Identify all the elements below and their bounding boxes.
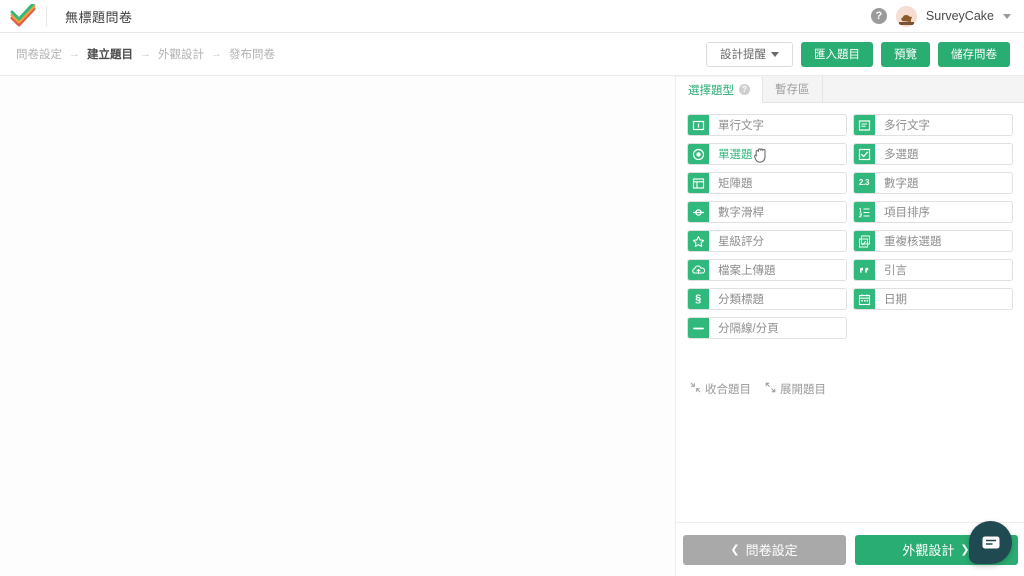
design-tips-label: 設計提醒 [720, 49, 766, 61]
matrix-icon [688, 173, 709, 193]
prev-step-button[interactable]: ❮ 問卷設定 [682, 534, 846, 565]
tab-question-types[interactable]: 選擇題型 ? [676, 77, 763, 103]
question-type-multi-line-text[interactable]: 多行文字 [853, 114, 1013, 136]
next-step-label: 外觀設計 [902, 543, 955, 558]
question-type-star-rating[interactable]: 星級評分 [687, 230, 847, 252]
multi-line-text-icon [854, 115, 875, 135]
logo-divider [46, 6, 47, 26]
help-icon[interactable]: ? [870, 8, 887, 24]
topbar-right-group: ? SurveyCake [870, 5, 1024, 27]
surveycake-editor: 無標題問卷 ? SurveyCake 問卷設定 → 建立題目 → 外觀設計 → [0, 0, 1024, 576]
question-type-label: 檔案上傳題 [718, 265, 776, 277]
import-questions-button[interactable]: 匯入題目 [801, 41, 873, 67]
breadcrumb-item-appearance-design[interactable]: 外觀設計 [158, 46, 204, 62]
expand-questions-label: 展開題目 [780, 384, 826, 396]
single-line-text-icon [688, 115, 709, 135]
breadcrumb-item-publish-survey[interactable]: 發布問卷 [229, 46, 275, 62]
question-type-section-title[interactable]: § 分類標題 [687, 288, 847, 310]
file-upload-icon [688, 260, 709, 280]
question-type-label: 日期 [884, 294, 907, 306]
question-type-label: 分類標題 [718, 294, 764, 306]
ranking-icon [854, 202, 875, 222]
question-type-label: 分隔線/分頁 [718, 323, 779, 335]
question-type-multiple-choice[interactable]: 多選題 [853, 143, 1013, 165]
breadcrumb-arrow-icon: → [211, 48, 222, 60]
question-type-matrix[interactable]: 矩陣題 [687, 172, 847, 194]
question-type-label: 數字題 [884, 178, 919, 190]
question-type-label: 多行文字 [884, 120, 930, 132]
user-name[interactable]: SurveyCake [926, 9, 994, 23]
chevron-down-icon [771, 51, 779, 57]
avatar[interactable] [895, 5, 917, 27]
chevron-down-icon[interactable] [1003, 13, 1011, 19]
quote-icon [854, 260, 875, 280]
tab-question-types-label: 選擇題型 [688, 84, 734, 97]
question-type-single-line-text[interactable]: 單行文字 [687, 114, 847, 136]
breadcrumb: 問卷設定 → 建立題目 → 外觀設計 → 發布問卷 [0, 46, 275, 62]
section-title-icon-text: § [695, 292, 701, 305]
question-type-repeat-checkbox[interactable]: 重複核選題 [853, 230, 1013, 252]
number-icon: 2.3 [854, 173, 875, 193]
save-survey-button[interactable]: 儲存問卷 [938, 41, 1010, 67]
slider-icon [688, 202, 709, 222]
document-title[interactable]: 無標題問卷 [65, 7, 133, 26]
collapse-questions-link[interactable]: 收合題目 [690, 381, 751, 397]
repeat-checkbox-icon [854, 231, 875, 251]
checkbox-icon [854, 144, 875, 164]
breadcrumb-item-survey-settings[interactable]: 問卷設定 [16, 46, 62, 62]
collapse-questions-label: 收合題目 [705, 384, 751, 396]
question-type-label: 多選題 [884, 149, 919, 161]
breadcrumb-item-create-questions[interactable]: 建立題目 [87, 46, 133, 62]
question-toggle-links: 收合題目 展開題目 [676, 381, 1024, 397]
question-type-label: 項目排序 [884, 207, 930, 219]
question-type-label: 單行文字 [718, 120, 764, 132]
tab-staging-area[interactable]: 暫存區 [763, 76, 823, 102]
question-type-divider-page-break[interactable]: 分隔線/分頁 [687, 317, 847, 339]
question-type-label: 星級評分 [718, 236, 764, 248]
expand-questions-link[interactable]: 展開題目 [765, 381, 826, 397]
question-type-single-choice[interactable]: 單選題 [687, 143, 847, 165]
design-tips-button[interactable]: 設計提醒 [706, 41, 793, 67]
tab-staging-area-label: 暫存區 [775, 84, 810, 96]
preview-button[interactable]: 預覽 [881, 41, 930, 67]
question-type-label: 重複核選題 [884, 236, 942, 248]
panel-tabs: 選擇題型 ? 暫存區 [676, 76, 1024, 103]
question-canvas[interactable] [0, 76, 676, 576]
question-type-label: 數字滑桿 [718, 207, 764, 219]
star-rating-icon [688, 231, 709, 251]
question-type-quote[interactable]: 引言 [853, 259, 1013, 281]
collapse-icon [690, 382, 701, 396]
top-bar: 無標題問卷 ? SurveyCake [0, 0, 1024, 33]
question-type-label: 單選題 [718, 149, 753, 161]
right-panel: 選擇題型 ? 暫存區 單行文字 多行文字 單選題 多選題 矩陣題 2.3 數字題… [676, 76, 1024, 576]
question-type-number[interactable]: 2.3 數字題 [853, 172, 1013, 194]
chevron-left-icon: ❮ [730, 544, 740, 556]
question-type-ranking[interactable]: 項目排序 [853, 201, 1013, 223]
question-type-file-upload[interactable]: 檔案上傳題 [687, 259, 847, 281]
question-type-label: 引言 [884, 265, 907, 277]
section-title-icon: § [688, 289, 709, 309]
breadcrumb-arrow-icon: → [140, 48, 151, 60]
chat-bubble-fab[interactable] [969, 521, 1012, 564]
tab-help-icon[interactable]: ? [739, 84, 750, 95]
action-buttons: 設計提醒 匯入題目 預覽 儲存問卷 [706, 41, 1024, 67]
surveycake-logo-icon[interactable] [10, 4, 36, 28]
number-icon-text: 2.3 [858, 178, 870, 187]
question-type-number-slider[interactable]: 數字滑桿 [687, 201, 847, 223]
calendar-icon [854, 289, 875, 309]
question-type-date[interactable]: 日期 [853, 288, 1013, 310]
sub-bar: 問卷設定 → 建立題目 → 外觀設計 → 發布問卷 設計提醒 匯入題目 預覽 儲… [0, 33, 1024, 76]
chat-bubble-icon [982, 536, 999, 549]
radio-button-icon [688, 144, 709, 164]
prev-step-label: 問卷設定 [745, 543, 798, 558]
breadcrumb-arrow-icon: → [69, 48, 80, 60]
question-type-label: 矩陣題 [718, 178, 753, 190]
question-type-grid: 單行文字 多行文字 單選題 多選題 矩陣題 2.3 數字題 數字滑桿 項目排序 … [676, 103, 1024, 339]
divider-icon [688, 318, 709, 338]
expand-icon [765, 382, 776, 396]
logo-wrap[interactable] [0, 4, 46, 28]
